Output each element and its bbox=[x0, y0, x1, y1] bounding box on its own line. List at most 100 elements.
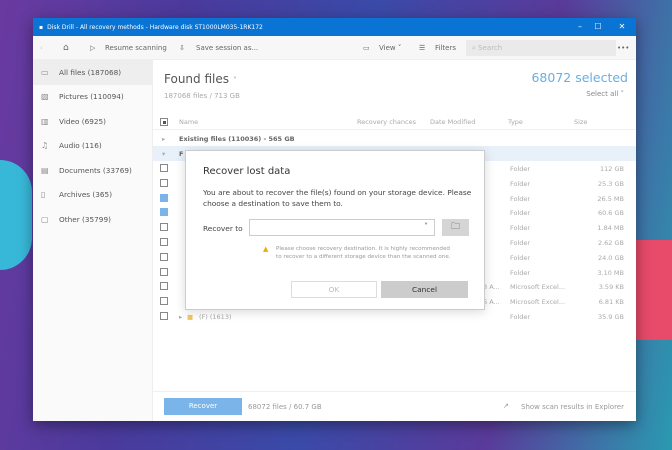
warning-message: ▲ Please choose recovery destination. It … bbox=[263, 245, 453, 261]
row-type: Folder bbox=[510, 224, 531, 233]
row-type: Microsoft Excel... bbox=[510, 298, 566, 307]
row-type: Microsoft Excel... bbox=[510, 283, 566, 292]
column-type[interactable]: Type bbox=[508, 118, 523, 126]
sidebar-item[interactable]: ▨ Pictures (110094) bbox=[33, 85, 152, 110]
row-checkbox[interactable] bbox=[160, 208, 168, 217]
window-title: Disk Drill - All recovery methods - Hard… bbox=[47, 23, 263, 31]
warning-icon: ▲ bbox=[263, 245, 269, 253]
background-decoration bbox=[0, 160, 32, 270]
play-icon[interactable]: ▷ bbox=[90, 44, 95, 52]
recover-summary: 68072 files / 60.7 GB bbox=[248, 403, 322, 411]
row-checkbox[interactable] bbox=[160, 297, 168, 306]
row-name: (F) (1613) bbox=[199, 313, 232, 321]
selected-count: 68072 selected bbox=[531, 70, 628, 85]
view-button[interactable]: View ˅ bbox=[379, 44, 401, 52]
group-label: F bbox=[179, 150, 184, 158]
select-all-checkbox[interactable] bbox=[160, 118, 168, 126]
row-checkbox[interactable] bbox=[160, 252, 168, 261]
external-link-icon[interactable]: ↗ bbox=[503, 402, 509, 410]
table-row[interactable]: ▸ ■ (F) (1613) Folder 35.9 GB bbox=[153, 309, 636, 324]
search-input[interactable]: ⌕ Search bbox=[466, 40, 616, 56]
show-in-explorer-link[interactable]: Show scan results in Explorer bbox=[521, 403, 624, 411]
sidebar-item[interactable]: ♫ Audio (116) bbox=[33, 134, 152, 159]
recover-to-label: Recover to bbox=[203, 224, 243, 233]
select-all-label: Select all bbox=[586, 90, 619, 98]
sidebar-item[interactable]: ▢ Other (35799) bbox=[33, 207, 152, 232]
pictures-icon: ▨ bbox=[41, 92, 49, 102]
row-type: Folder bbox=[510, 313, 531, 321]
row-type: Folder bbox=[510, 194, 531, 203]
row-checkbox[interactable] bbox=[160, 223, 168, 232]
browse-folder-button[interactable]: 🗀 bbox=[442, 219, 469, 236]
dialog-title: Recover lost data bbox=[203, 166, 291, 177]
collapse-icon[interactable]: ▾ bbox=[162, 150, 165, 158]
row-type: Folder bbox=[510, 253, 531, 262]
sidebar-item[interactable]: ▭ All files (187068) bbox=[33, 60, 152, 85]
row-date: 3 A... bbox=[483, 283, 500, 292]
row-size: 60.6 GB bbox=[597, 209, 624, 218]
row-checkbox[interactable] bbox=[160, 178, 168, 187]
sidebar-item[interactable]: ▯ Archives (365) bbox=[33, 183, 152, 208]
ok-button[interactable]: OK bbox=[291, 281, 377, 298]
row-size: 3.10 MB bbox=[597, 268, 624, 277]
row-type: Folder bbox=[510, 239, 531, 247]
recover-to-select[interactable]: ˅ bbox=[249, 219, 435, 236]
documents-icon: ▤ bbox=[41, 165, 49, 175]
row-checkbox[interactable] bbox=[160, 282, 168, 291]
row-size: 2.62 GB bbox=[597, 239, 624, 247]
sidebar-item[interactable]: ▥ Video (6925) bbox=[33, 109, 152, 134]
cancel-button[interactable]: Cancel bbox=[381, 281, 468, 298]
filters-button[interactable]: Filters bbox=[435, 44, 456, 52]
warning-text: Please choose recovery destination. It i… bbox=[276, 246, 451, 260]
group-label: Existing files (110036) - 565 GB bbox=[179, 135, 295, 143]
expand-icon[interactable]: ▸ bbox=[179, 313, 182, 321]
title-bar: ▪ Disk Drill - All recovery methods - Ha… bbox=[33, 18, 636, 36]
page-title: Found files bbox=[164, 72, 229, 86]
row-size: 1.84 MB bbox=[597, 224, 624, 233]
group-existing-files[interactable]: ▸ Existing files (110036) - 565 GB bbox=[153, 131, 636, 146]
folder-icon: ■ bbox=[187, 313, 194, 321]
sidebar-item-label: Audio (116) bbox=[59, 141, 102, 151]
row-type: Folder bbox=[510, 165, 531, 173]
row-checkbox[interactable] bbox=[160, 164, 168, 172]
filters-icon: ☰ bbox=[419, 43, 426, 52]
background-decoration bbox=[630, 240, 672, 340]
recover-button[interactable]: Recover bbox=[164, 398, 242, 415]
row-size: 6.81 KB bbox=[598, 298, 624, 307]
sidebar-item-label: Archives (365) bbox=[59, 190, 113, 200]
more-icon[interactable]: ••• bbox=[617, 44, 629, 52]
column-date-modified[interactable]: Date Modified bbox=[430, 118, 475, 126]
row-checkbox[interactable] bbox=[160, 193, 168, 202]
save-session-button[interactable]: Save session as... bbox=[196, 44, 258, 52]
column-name[interactable]: Name bbox=[179, 118, 198, 126]
column-recovery-chances[interactable]: Recovery chances bbox=[357, 118, 416, 126]
sidebar-item-label: All files (187068) bbox=[59, 67, 122, 77]
recover-dialog: Recover lost data You are about to recov… bbox=[185, 150, 485, 310]
row-checkbox[interactable] bbox=[160, 238, 168, 246]
dialog-description: You are about to recover the file(s) fou… bbox=[203, 188, 472, 208]
resume-scanning-button[interactable]: Resume scanning bbox=[105, 44, 167, 52]
footer: Recover 68072 files / 60.7 GB ↗ Show sca… bbox=[153, 391, 636, 421]
row-size: 24.0 GB bbox=[597, 253, 624, 262]
row-size: 3.59 KB bbox=[598, 283, 624, 292]
found-files-dropdown[interactable]: Found files ˅ bbox=[164, 72, 237, 86]
sidebar-item-label: Documents (33769) bbox=[59, 165, 132, 175]
sidebar: ▭ All files (187068) ▨ Pictures (110094) ▥ Vi… bbox=[33, 60, 153, 421]
sidebar-item[interactable]: ▤ Documents (33769) bbox=[33, 158, 152, 183]
folder-icon: 🗀 bbox=[450, 222, 460, 232]
expand-icon[interactable]: ▸ bbox=[162, 135, 165, 143]
sidebar-item-label: Pictures (110094) bbox=[59, 92, 124, 102]
select-all-dropdown[interactable]: Select all ˅ bbox=[586, 90, 624, 98]
table-header: Name Recovery chances Date Modified Type… bbox=[153, 114, 636, 130]
row-checkbox[interactable] bbox=[160, 312, 168, 320]
column-size[interactable]: Size bbox=[574, 118, 587, 126]
search-placeholder: Search bbox=[478, 44, 503, 52]
home-icon[interactable]: ⌂ bbox=[63, 43, 69, 53]
row-checkbox[interactable] bbox=[160, 267, 168, 276]
folder-view-icon: ▭ bbox=[363, 43, 370, 52]
close-button[interactable]: ✕ bbox=[608, 18, 636, 36]
save-icon[interactable]: ⇩ bbox=[179, 44, 185, 52]
archives-icon: ▯ bbox=[41, 190, 46, 200]
audio-icon: ♫ bbox=[41, 141, 49, 151]
back-icon[interactable]: ‹ bbox=[40, 44, 43, 52]
